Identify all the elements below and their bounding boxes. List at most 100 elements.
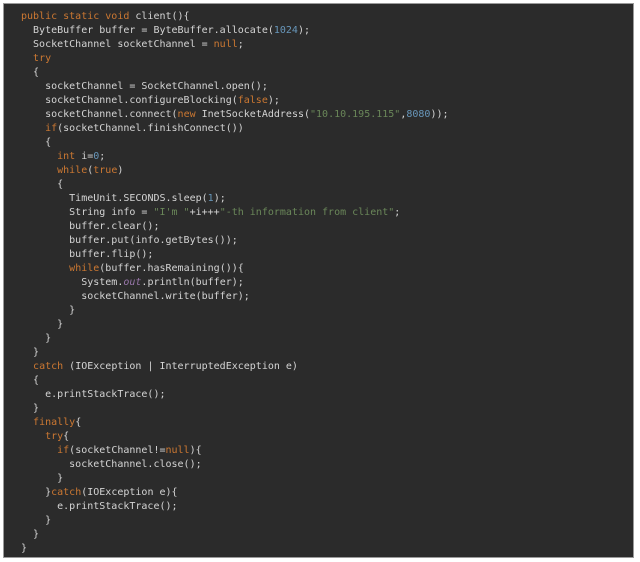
code-token: } bbox=[21, 305, 76, 316]
code-token: buffer.clear(); bbox=[21, 221, 160, 232]
code-token: TimeUnit. bbox=[21, 193, 124, 204]
code-line: buffer.put(info.getBytes()); bbox=[21, 234, 449, 248]
code-line: } bbox=[21, 346, 449, 360]
code-token: ) bbox=[117, 165, 124, 176]
code-line: int i=0; bbox=[21, 150, 449, 164]
keyword-token: while bbox=[69, 263, 100, 274]
keyword-token: public static void bbox=[21, 11, 136, 22]
code-line: socketChannel.configureBlocking(false); bbox=[21, 94, 449, 108]
keyword-token: if bbox=[45, 123, 58, 134]
keyword-token: catch bbox=[33, 361, 70, 372]
number-token: 1024 bbox=[273, 25, 298, 36]
code-token: e.printStackTrace(); bbox=[21, 501, 178, 512]
code-token: } bbox=[21, 473, 64, 484]
code-token: .println(buffer); bbox=[141, 277, 244, 288]
code-token: socketChannel = SocketChannel.open(); bbox=[21, 81, 268, 92]
code-token: } bbox=[21, 319, 64, 330]
code-token: socketChannel.configureBlocking( bbox=[21, 95, 238, 106]
code-token: ); bbox=[267, 95, 280, 106]
code-line: socketChannel = SocketChannel.open(); bbox=[21, 80, 449, 94]
code-line: { bbox=[21, 374, 449, 388]
keyword-token: while bbox=[57, 165, 88, 176]
code-token: String info = bbox=[21, 207, 154, 218]
field-token: out bbox=[123, 277, 142, 288]
code-line: } bbox=[21, 402, 449, 416]
code-line: { bbox=[21, 136, 449, 150]
code-line: if(socketChannel.finishConnect()) bbox=[21, 122, 449, 136]
code-token: { bbox=[75, 417, 82, 428]
code-line: buffer.flip(); bbox=[21, 248, 449, 262]
code-line: if(socketChannel!=null){ bbox=[21, 444, 449, 458]
code-line: e.printStackTrace(); bbox=[21, 500, 449, 514]
code-token: ByteBuffer buffer = ByteBuffer.allocate( bbox=[21, 25, 274, 36]
code-token: ; bbox=[394, 207, 401, 218]
string-token: "I'm " bbox=[153, 207, 190, 218]
string-token: "-th information from client" bbox=[219, 207, 395, 218]
code-token: { bbox=[21, 179, 64, 190]
code-editor-panel: public static void client(){ ByteBuffer … bbox=[3, 3, 634, 558]
code-token: e.printStackTrace(); bbox=[21, 389, 166, 400]
code-token: } bbox=[21, 347, 40, 358]
code-token: +i+++ bbox=[189, 207, 220, 218]
code-line: socketChannel.close(); bbox=[21, 458, 449, 472]
code-line: } bbox=[21, 332, 449, 346]
code-token: SocketChannel socketChannel = bbox=[21, 39, 214, 50]
code-line: try bbox=[21, 52, 449, 66]
code-token: } bbox=[21, 487, 52, 498]
code-token: } bbox=[21, 515, 52, 526]
keyword-token: false bbox=[237, 95, 268, 106]
code-line: }catch(IOException e){ bbox=[21, 486, 449, 500]
code-token: } bbox=[21, 403, 40, 414]
code-line: } bbox=[21, 514, 449, 528]
code-token: ; bbox=[99, 151, 106, 162]
code-token: socketChannel.connect( bbox=[21, 109, 178, 120]
code-line: finally{ bbox=[21, 416, 449, 430]
keyword-token: finally bbox=[33, 417, 76, 428]
keyword-token: new bbox=[177, 109, 202, 120]
code-token: .sleep( bbox=[165, 193, 208, 204]
code-token: } bbox=[21, 333, 52, 344]
code-line: while(buffer.hasRemaining()){ bbox=[21, 262, 449, 276]
code-line: socketChannel.connect(new InetSocketAddr… bbox=[21, 108, 449, 122]
code-token: i= bbox=[81, 151, 94, 162]
keyword-token: catch bbox=[51, 487, 82, 498]
code-line: } bbox=[21, 472, 449, 486]
keyword-token: try bbox=[45, 431, 64, 442]
code-token: { bbox=[21, 375, 40, 386]
code-token: (socketChannel!= bbox=[69, 445, 166, 456]
code-line: while(true) bbox=[21, 164, 449, 178]
number-token: 8080 bbox=[406, 109, 431, 120]
keyword-token: true bbox=[93, 165, 118, 176]
code-token: (IOException | InterruptedException e) bbox=[69, 361, 298, 372]
code-line: TimeUnit.SECONDS.sleep(1); bbox=[21, 192, 449, 206]
code-line: public static void client(){ bbox=[21, 10, 449, 24]
code-token: (IOException e){ bbox=[81, 487, 178, 498]
code-token: socketChannel.close(); bbox=[21, 459, 202, 470]
code-line: buffer.clear(); bbox=[21, 220, 449, 234]
keyword-token: int bbox=[57, 151, 82, 162]
code-token: ); bbox=[297, 25, 311, 36]
code-token: { bbox=[21, 137, 52, 148]
code-block[interactable]: public static void client(){ ByteBuffer … bbox=[21, 10, 449, 556]
code-token: } bbox=[21, 543, 28, 554]
code-line: try{ bbox=[21, 430, 449, 444]
code-line: String info = "I'm "+i+++"-th informatio… bbox=[21, 206, 449, 220]
code-token: ; bbox=[237, 39, 244, 50]
code-line: } bbox=[21, 528, 449, 542]
code-token: } bbox=[21, 529, 40, 540]
code-token: )); bbox=[430, 109, 449, 120]
keyword-token: try bbox=[33, 53, 52, 64]
keyword-token: if bbox=[57, 445, 70, 456]
code-token: socketChannel.write(buffer); bbox=[21, 291, 250, 302]
code-token: InetSocketAddress( bbox=[201, 109, 311, 120]
code-token: buffer.flip(); bbox=[21, 249, 154, 260]
